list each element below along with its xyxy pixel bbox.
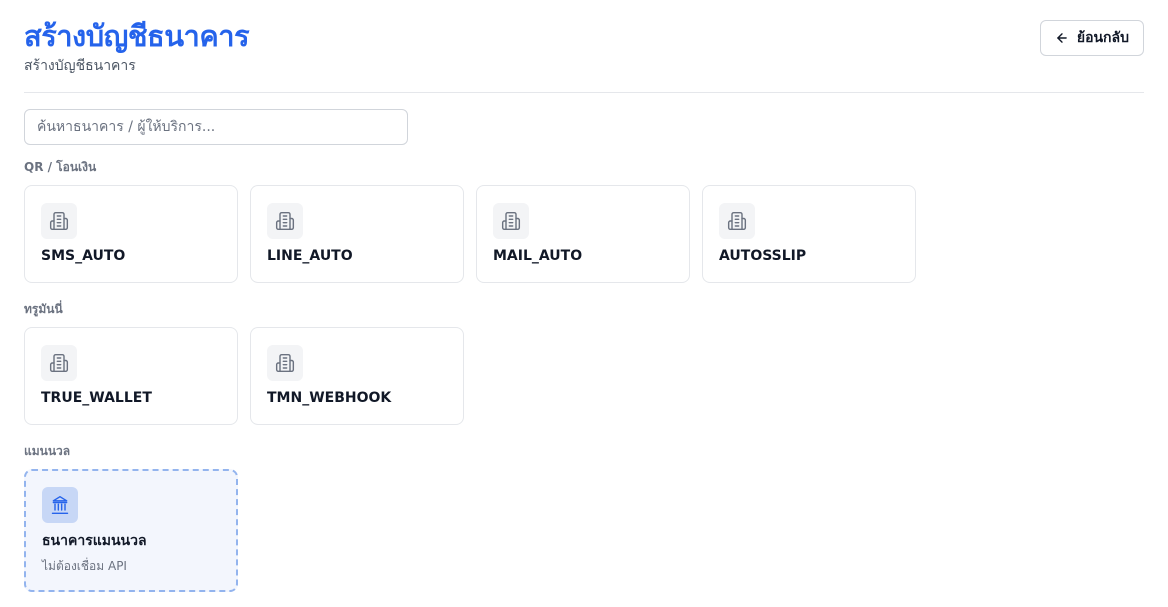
page-header: สร้างบัญชีธนาคาร สร้างบัญชีธนาคาร ย้อนกล… (24, 0, 1144, 93)
building-icon (719, 203, 755, 239)
provider-card-tmn-webhook[interactable]: TMN_WEBHOOK (250, 327, 464, 425)
section-grid-manual: ธนาคารแมนนวล ไม่ต้องเชื่อม API (24, 469, 238, 592)
provider-card-label: SMS_AUTO (41, 248, 126, 264)
section-label-truemoney: ทรูมันนี่ (24, 302, 63, 316)
building-icon (267, 345, 303, 381)
provider-card-label: ธนาคารแมนนวล (42, 533, 147, 549)
provider-card-label: TMN_WEBHOOK (267, 390, 392, 406)
page-subtitle: สร้างบัญชีธนาคาร (24, 58, 136, 74)
provider-card-sublabel: ไม่ต้องเชื่อม API (42, 559, 127, 573)
search-wrap (24, 109, 408, 145)
building-icon (493, 203, 529, 239)
back-button[interactable]: ย้อนกลับ (1039, 20, 1144, 56)
building-icon (267, 203, 303, 239)
building-icon (41, 203, 77, 239)
provider-card-label: MAIL_AUTO (493, 248, 583, 264)
bank-icon (42, 487, 78, 523)
search-input[interactable] (24, 109, 408, 145)
building-icon (41, 345, 77, 381)
provider-card-true-wallet[interactable]: TRUE_WALLET (24, 327, 238, 425)
provider-card-sms-auto[interactable]: SMS_AUTO (24, 185, 238, 283)
section-grid-truemoney: TRUE_WALLET TMN_WEBHOOK (24, 327, 464, 425)
back-button-label: ย้อนกลับ (1076, 30, 1129, 46)
section-label-manual: แมนนวล (24, 444, 71, 458)
provider-card-mail-auto[interactable]: MAIL_AUTO (476, 185, 690, 283)
page-title: สร้างบัญชีธนาคาร (24, 19, 250, 53)
provider-card-label: AUTOSSLIP (719, 248, 807, 264)
provider-card-line-auto[interactable]: LINE_AUTO (250, 185, 464, 283)
provider-card-label: LINE_AUTO (267, 248, 353, 264)
provider-card-label: TRUE_WALLET (41, 390, 152, 406)
section-grid-qr-transfer: SMS_AUTO LINE_AUTO MAIL_AUTO AUTOSSLIP (24, 185, 916, 283)
arrow-left-icon (1055, 31, 1069, 45)
provider-card-manual-bank[interactable]: ธนาคารแมนนวล ไม่ต้องเชื่อม API (24, 469, 238, 592)
section-label-qr-transfer: QR / โอนเงิน (24, 160, 97, 174)
provider-card-autosslip[interactable]: AUTOSSLIP (702, 185, 916, 283)
